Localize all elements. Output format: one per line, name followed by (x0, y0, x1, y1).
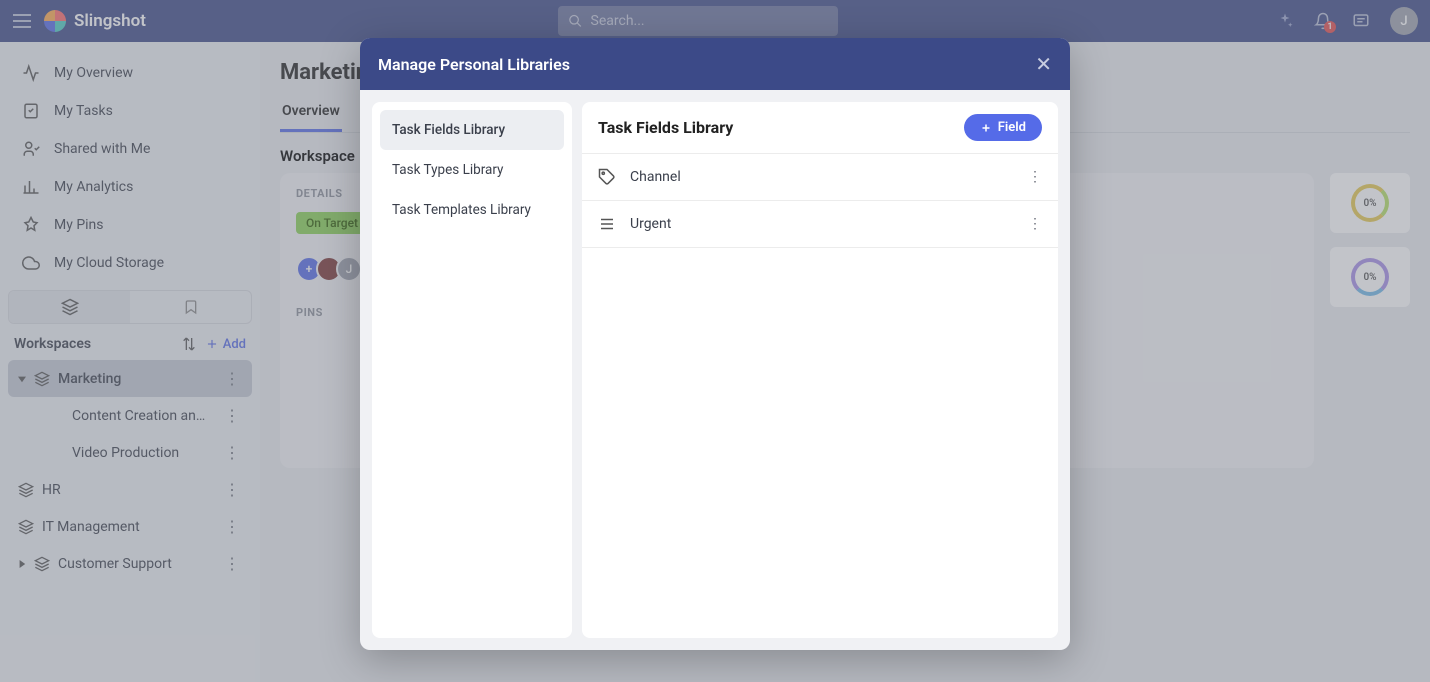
modal-nav-task-fields[interactable]: Task Fields Library (380, 110, 564, 150)
more-icon[interactable]: ⋮ (1028, 169, 1042, 185)
modal-content-header: Task Fields Library Field (582, 102, 1058, 154)
modal-title: Manage Personal Libraries (378, 55, 570, 74)
modal-nav-task-templates[interactable]: Task Templates Library (380, 190, 564, 230)
modal-nav-task-types[interactable]: Task Types Library (380, 150, 564, 190)
list-icon (598, 215, 616, 233)
field-row-label: Channel (630, 169, 681, 185)
field-row-label: Urgent (630, 216, 671, 232)
modal-nav: Task Fields Library Task Types Library T… (372, 102, 572, 638)
modal-header: Manage Personal Libraries ✕ (360, 38, 1070, 90)
field-row-channel[interactable]: Channel ⋮ (582, 154, 1058, 201)
field-row-urgent[interactable]: Urgent ⋮ (582, 201, 1058, 248)
add-field-label: Field (998, 120, 1026, 135)
modal-content-title: Task Fields Library (598, 118, 733, 137)
close-icon[interactable]: ✕ (1035, 52, 1052, 76)
modal-overlay[interactable]: Manage Personal Libraries ✕ Task Fields … (0, 0, 1430, 682)
modal-content: Task Fields Library Field Channel ⋮ Urge… (582, 102, 1058, 638)
tag-icon (598, 168, 616, 186)
more-icon[interactable]: ⋮ (1028, 216, 1042, 232)
add-field-button[interactable]: Field (964, 114, 1042, 141)
plus-icon (980, 122, 992, 134)
modal: Manage Personal Libraries ✕ Task Fields … (360, 38, 1070, 650)
